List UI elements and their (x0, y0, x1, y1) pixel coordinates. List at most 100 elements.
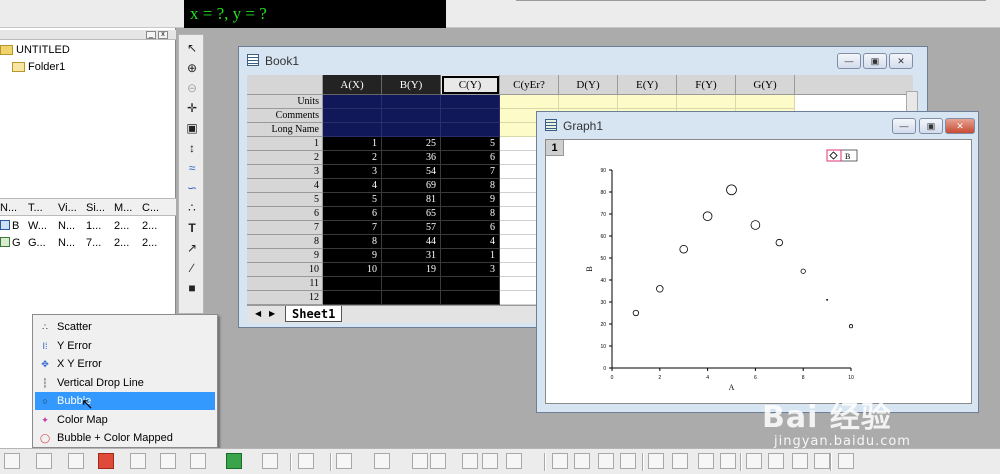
grid-cell[interactable]: 31 (382, 249, 441, 263)
close-button[interactable]: ✕ (945, 118, 975, 134)
zoom-in-icon[interactable]: ⊕ (182, 59, 202, 77)
grid-cell[interactable]: 5 (441, 137, 500, 151)
grid-cell[interactable] (441, 123, 500, 137)
grid-cell[interactable] (382, 291, 441, 305)
grid-cell[interactable]: 6 (323, 207, 382, 221)
grid-cell[interactable]: 7 (441, 165, 500, 179)
graph-titlebar[interactable]: Graph1 — ▣ ✕ (537, 112, 978, 138)
tab-next-icon[interactable]: ▶ (269, 309, 279, 318)
grid-cell[interactable]: 44 (382, 235, 441, 249)
align-right-icon[interactable] (598, 453, 614, 469)
column-header[interactable]: C... (142, 202, 159, 214)
grid-cell[interactable]: 3 (441, 263, 500, 277)
column-header[interactable]: A(X) (323, 75, 382, 95)
grid-cell[interactable] (323, 109, 382, 123)
line-tool-icon[interactable]: ∕ (182, 259, 202, 277)
arrow-tool-icon[interactable]: ↗ (182, 239, 202, 257)
grid-cell[interactable] (559, 95, 618, 109)
menu-item-y-error[interactable]: I⁞ Y Error (35, 337, 215, 355)
align-left-icon[interactable] (552, 453, 568, 469)
column-header[interactable]: T... (28, 202, 43, 214)
contour-plot-icon[interactable] (190, 453, 206, 469)
grid-corner[interactable] (247, 75, 323, 95)
layer-tool-icon[interactable] (374, 453, 390, 469)
add-layer-icon[interactable] (482, 453, 498, 469)
minimize-button[interactable]: — (892, 118, 916, 134)
arrange-layers-icon[interactable] (430, 453, 446, 469)
close-button[interactable]: ✕ (889, 53, 913, 69)
restore-button[interactable]: ▣ (919, 118, 943, 134)
column-header[interactable]: G(Y) (736, 75, 795, 95)
column-header-blank[interactable] (795, 75, 913, 95)
grid-cell[interactable]: 5 (323, 193, 382, 207)
draw-data-icon[interactable]: ≈ (182, 159, 202, 177)
grid-cell[interactable] (441, 95, 500, 109)
row-label[interactable]: Long Name (247, 123, 323, 137)
row-number[interactable]: 3 (247, 165, 323, 179)
grid-cell[interactable] (677, 95, 736, 109)
menu-item-scatter[interactable]: ∴ Scatter (35, 318, 215, 336)
grid-cell[interactable]: 65 (382, 207, 441, 221)
grid-cell[interactable] (500, 95, 559, 109)
row-number[interactable]: 12 (247, 291, 323, 305)
grid-cell[interactable]: 6 (441, 151, 500, 165)
align-center-icon[interactable] (574, 453, 590, 469)
row-label[interactable]: Comments (247, 109, 323, 123)
tree-folder1[interactable]: Folder1 (12, 61, 65, 73)
row-number[interactable]: 5 (247, 193, 323, 207)
grid-cell[interactable] (736, 95, 795, 109)
stack-layers-icon[interactable] (412, 453, 428, 469)
tab-prev-icon[interactable]: ◀ (255, 309, 265, 318)
grid-cell[interactable]: 8 (323, 235, 382, 249)
row-number[interactable]: 2 (247, 151, 323, 165)
column-header[interactable]: F(Y) (677, 75, 736, 95)
row-number[interactable]: 10 (247, 263, 323, 277)
grid-cell[interactable] (382, 123, 441, 137)
data-reader-icon[interactable]: ▣ (182, 119, 202, 137)
group-icon[interactable] (698, 453, 714, 469)
row-label[interactable]: Units (247, 95, 323, 109)
bubble-plot[interactable]: 0 2 4 6 8 10 0 10 20 30 40 50 60 70 80 90 A B B (546, 140, 971, 403)
scatter-draw-icon[interactable]: ∴ (182, 199, 202, 217)
align-bottom-icon[interactable] (672, 453, 688, 469)
insert-layer-icon[interactable] (462, 453, 478, 469)
row-number[interactable]: 11 (247, 277, 323, 291)
column-header[interactable]: N... (0, 202, 17, 214)
regional-mask-icon[interactable]: ∽ (182, 179, 202, 197)
row-number[interactable]: 9 (247, 249, 323, 263)
grid-cell[interactable]: 3 (323, 165, 382, 179)
grid-cell[interactable]: 2 (323, 151, 382, 165)
grid-cell[interactable] (618, 95, 677, 109)
grid-cell[interactable] (382, 277, 441, 291)
grid-cell[interactable] (323, 291, 382, 305)
row-number[interactable]: 7 (247, 221, 323, 235)
workbook-titlebar[interactable]: Book1 — ▣ ✕ (239, 47, 927, 73)
zoom-out-icon[interactable]: ⊖ (182, 79, 202, 97)
grid-cell[interactable]: 1 (323, 137, 382, 151)
polar-plot-icon[interactable] (226, 453, 242, 469)
grid-cell[interactable]: 81 (382, 193, 441, 207)
3d-plot-icon[interactable] (262, 453, 278, 469)
layer-1-button[interactable]: 1 (546, 140, 564, 156)
rectangle-tool-icon[interactable]: ■ (182, 279, 202, 297)
grid-cell[interactable]: 9 (441, 193, 500, 207)
column-header[interactable]: Si... (86, 202, 105, 214)
pointer-icon[interactable]: ↖ (182, 39, 202, 57)
grid-cell[interactable] (441, 109, 500, 123)
menu-item-color-map[interactable]: ✦ Color Map (35, 411, 215, 429)
merge-graphs-icon[interactable] (336, 453, 352, 469)
menu-item-vertical-drop-line[interactable]: ┆ Vertical Drop Line (35, 374, 215, 392)
grid-cell[interactable]: 54 (382, 165, 441, 179)
menu-item-bubble[interactable]: ○ Bubble (35, 392, 215, 410)
box-chart-icon[interactable] (130, 453, 146, 469)
minimize-icon[interactable]: _ (146, 31, 156, 39)
align-middle-icon[interactable] (648, 453, 664, 469)
close-icon[interactable]: x (158, 31, 168, 39)
grid-cell[interactable] (441, 277, 500, 291)
column-header[interactable]: E(Y) (618, 75, 677, 95)
column-header[interactable]: D(Y) (559, 75, 618, 95)
row-number[interactable]: 6 (247, 207, 323, 221)
column-header[interactable]: C(Y) (441, 75, 500, 95)
grid-cell[interactable]: 6 (441, 221, 500, 235)
screen-reader-icon[interactable]: ✛ (182, 99, 202, 117)
